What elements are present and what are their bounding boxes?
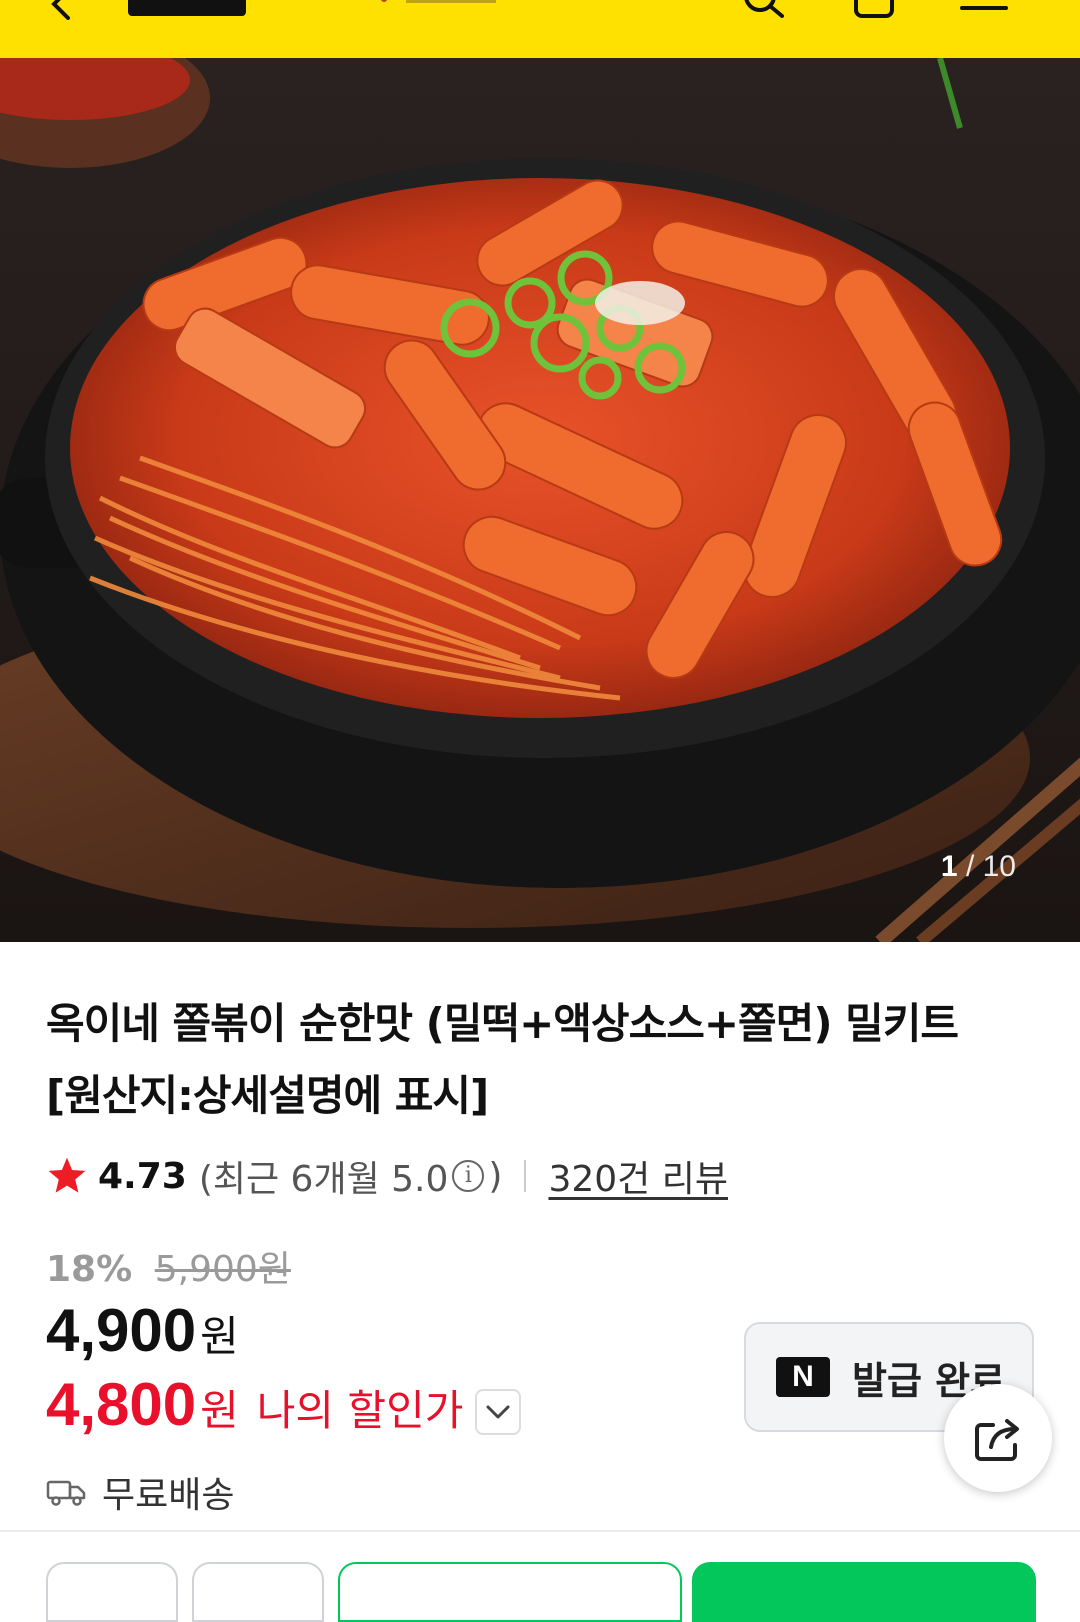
chevron-down-icon <box>486 1405 510 1419</box>
bottom-outline-button[interactable] <box>338 1562 682 1622</box>
bottom-icon-button-2[interactable] <box>192 1562 324 1622</box>
share-button[interactable] <box>944 1384 1052 1492</box>
divider <box>524 1160 527 1192</box>
original-price-row: 18% 5,900원 <box>46 1240 291 1292</box>
bottom-primary-button[interactable] <box>692 1562 1036 1622</box>
star-icon <box>48 1157 86 1193</box>
my-price-toggle[interactable] <box>475 1389 522 1435</box>
info-icon[interactable]: i <box>452 1160 485 1192</box>
recent-rating: (최근 6개월 5.0 <box>198 1159 449 1200</box>
recent-rating-close: ) <box>488 1155 503 1197</box>
shipping-label: 무료배송 <box>102 1475 235 1516</box>
top-header <box>0 0 1080 58</box>
my-price: 4,800 <box>46 1371 197 1438</box>
gallery-current-index: 1 <box>940 850 958 883</box>
sale-price-row: 4,900원 <box>46 1296 239 1365</box>
product-title-line2: [원산지:상세설명에 표시] <box>46 1071 489 1120</box>
product-image-gallery[interactable]: 1 / 10 <box>0 58 1080 942</box>
rating-score: 4.73 <box>98 1155 187 1197</box>
gallery-separator: / <box>965 850 975 883</box>
sale-price-currency: 원 <box>200 1312 239 1361</box>
gallery-total: 10 <box>982 850 1016 883</box>
sale-price: 4,900 <box>46 1297 197 1364</box>
product-title: 옥이네 쫄볶이 순한맛 (밀떡+액상소스+쫄면) 밀키트 [원산지:상세설명에 … <box>46 988 1036 1132</box>
product-photo <box>0 58 1080 942</box>
logo[interactable] <box>128 0 246 16</box>
naver-n-icon: N <box>776 1357 830 1397</box>
discount-rate: 18% <box>46 1249 133 1290</box>
search-icon[interactable] <box>740 0 788 24</box>
product-title-line1: 옥이네 쫄볶이 순한맛 (밀떡+액상소스+쫄면) 밀키트 <box>46 999 959 1048</box>
my-price-label: 나의 할인가 <box>256 1386 464 1435</box>
original-price: 5,900원 <box>154 1249 291 1290</box>
my-price-currency: 원 <box>200 1386 239 1435</box>
cart-icon[interactable] <box>850 0 898 24</box>
shipping-row: 무료배송 <box>46 1466 234 1518</box>
gallery-page-counter: 1 / 10 <box>941 850 1016 884</box>
bottom-icon-button-1[interactable] <box>46 1562 178 1622</box>
brand-mark <box>381 0 496 3</box>
back-icon[interactable] <box>40 0 80 26</box>
rating-row: 4.73 (최근 6개월 5.0 i ) 320건 리뷰 <box>46 1152 728 1200</box>
divider <box>0 1530 1080 1532</box>
truck-icon <box>46 1480 86 1506</box>
review-count-link[interactable]: 320건 리뷰 <box>548 1150 728 1202</box>
my-price-row: 4,800 원 나의 할인가 <box>46 1370 522 1439</box>
share-icon <box>975 1419 1019 1461</box>
menu-icon[interactable] <box>960 0 1008 24</box>
